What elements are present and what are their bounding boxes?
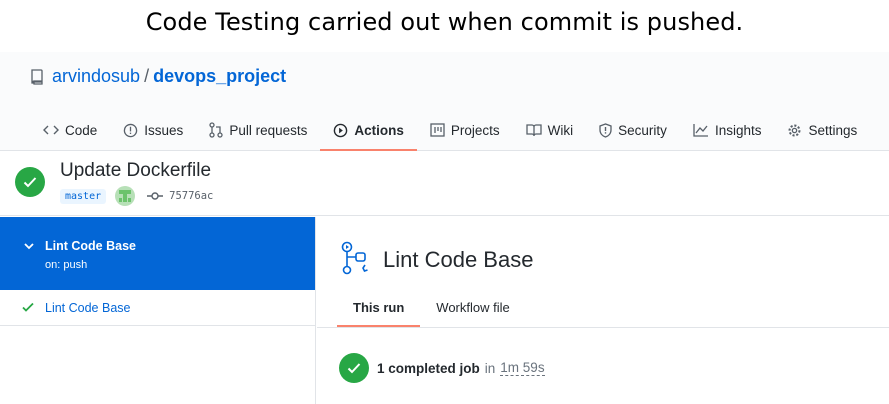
success-status-icon — [15, 167, 45, 197]
tab-projects[interactable]: Projects — [417, 110, 513, 150]
avatar[interactable] — [115, 186, 136, 206]
tab-workflow-file[interactable]: Workflow file — [420, 287, 525, 327]
tab-label: Issues — [144, 122, 184, 138]
tab-issues[interactable]: Issues — [110, 110, 196, 150]
repo-icon — [31, 68, 43, 85]
gear-icon — [788, 123, 801, 137]
workflow-tabs: This run Workflow file — [337, 287, 526, 327]
tab-this-run[interactable]: This run — [337, 287, 421, 327]
workflow-icon — [341, 241, 368, 275]
tab-label: Code — [65, 122, 98, 138]
tab-pull-requests[interactable]: Pull requests — [196, 110, 320, 150]
pull-request-icon — [209, 122, 223, 138]
repo-title: arvindosub / devops_project — [30, 66, 286, 87]
run-meta: master 75776ac — [60, 186, 213, 206]
shield-icon — [599, 122, 612, 138]
workflow-sidebar: Lint Code Base on: push Lint Code Base — [0, 217, 316, 404]
tab-security[interactable]: Security — [586, 110, 680, 150]
chevron-down-icon — [24, 243, 34, 250]
workflow-trigger: on: push — [45, 259, 88, 271]
workflow-name: Lint Code Base — [45, 239, 136, 253]
tab-label: Security — [618, 122, 667, 138]
play-icon — [334, 123, 348, 137]
summary-duration: 1m 59s — [500, 360, 545, 376]
tab-settings[interactable]: Settings — [774, 110, 870, 150]
project-icon — [430, 123, 445, 137]
tab-label: Pull requests — [229, 122, 308, 138]
branch-badge[interactable]: master — [60, 188, 107, 204]
tab-insights[interactable]: Insights — [680, 110, 775, 150]
tab-label: Wiki — [547, 122, 574, 138]
workflow-main: Lint Code Base This run Workflow file 1 … — [317, 217, 889, 404]
check-icon — [347, 363, 361, 374]
graph-icon — [693, 124, 708, 137]
commit-icon — [147, 192, 164, 200]
job-name: Lint Code Base — [45, 301, 131, 315]
repo-nav: Code Issues Pull requests Actions Projec… — [30, 110, 870, 151]
tab-label: Projects — [450, 122, 500, 138]
sidebar-job-item[interactable]: Lint Code Base — [0, 290, 315, 326]
run-header: Update Dockerfile master 75776ac — [0, 152, 889, 216]
tab-label: Actions — [354, 122, 404, 138]
issue-icon — [124, 123, 138, 137]
book-icon — [526, 124, 542, 137]
commit-sha-link[interactable]: 75776ac — [169, 190, 213, 202]
check-icon — [23, 177, 37, 188]
divider — [317, 327, 889, 328]
workflow-title: Lint Code Base — [383, 247, 534, 272]
run-summary: 1 completed job in 1m 59s — [339, 353, 545, 383]
check-icon — [22, 302, 34, 312]
repo-header: arvindosub / devops_project Code Issues … — [0, 52, 889, 151]
tab-actions[interactable]: Actions — [320, 110, 417, 151]
sidebar-workflow-item[interactable]: Lint Code Base on: push — [0, 217, 315, 290]
tab-wiki[interactable]: Wiki — [513, 110, 587, 150]
caption: Code Testing carried out when commit is … — [145, 8, 744, 36]
run-title: Update Dockerfile — [60, 160, 212, 181]
success-status-icon — [339, 353, 369, 383]
summary-text: 1 completed job — [377, 360, 480, 376]
tab-label: Insights — [714, 122, 762, 138]
repo-separator: / — [144, 66, 150, 86]
summary-in: in — [484, 360, 496, 376]
repo-name-link[interactable]: devops_project — [153, 66, 286, 87]
tab-code[interactable]: Code — [30, 110, 110, 150]
repo-owner-link[interactable]: arvindosub — [52, 66, 140, 87]
tab-label: Settings — [808, 122, 858, 138]
code-icon — [43, 125, 59, 135]
